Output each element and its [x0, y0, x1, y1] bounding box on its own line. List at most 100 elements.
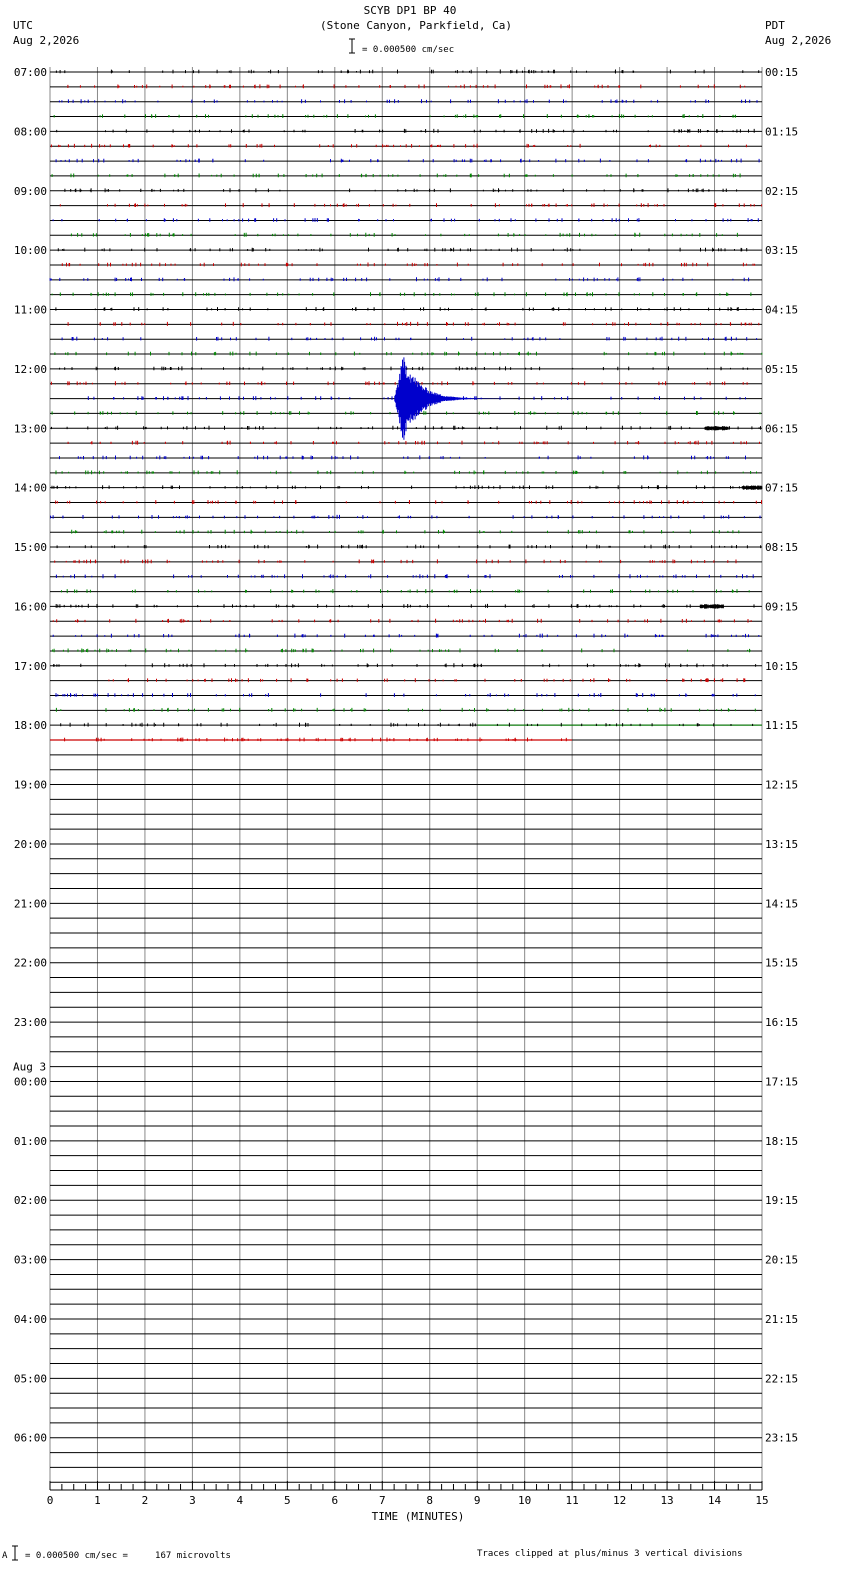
left-hour-label: 14:00: [14, 482, 47, 495]
left-hour-label: 16:00: [14, 600, 47, 613]
footer-clip-note: Traces clipped at plus/minus 3 vertical …: [477, 1549, 743, 1559]
right-hour-label: 06:15: [765, 422, 798, 435]
right-hour-label: 02:15: [765, 185, 798, 198]
footer-scale-bar-icon: [12, 1545, 18, 1561]
left-hour-label: 20:00: [14, 838, 47, 851]
x-axis-label: TIME (MINUTES): [372, 1510, 465, 1523]
trace-noise: [55, 307, 754, 311]
right-hour-label: 01:15: [765, 125, 798, 138]
x-axis: 0 1 2 3 4 5 6 7 8 9 10 11 12 13 14 15: [47, 1481, 769, 1507]
x-tick-label: 10: [518, 1494, 531, 1507]
right-hour-label: 07:15: [765, 482, 798, 495]
trace-noise: [51, 485, 756, 490]
left-hour-label: 01:00: [14, 1135, 47, 1148]
x-tick-label: 3: [189, 1494, 196, 1507]
left-hour-label: 00:00: [14, 1075, 47, 1088]
left-hour-label: 05:00: [14, 1372, 47, 1385]
trace-noise: [55, 158, 760, 163]
chart-title: SCYB DP1 BP 40: [364, 4, 457, 17]
right-hour-label: 15:15: [765, 957, 798, 970]
event-traces: [394, 357, 763, 609]
left-hour-label: 22:00: [14, 957, 47, 970]
right-hour-label: 17:15: [765, 1075, 798, 1088]
right-hour-label: 23:15: [765, 1432, 798, 1445]
left-hour-label: 04:00: [14, 1313, 47, 1326]
right-hour-label: 13:15: [765, 838, 798, 851]
x-tick-label: 1: [94, 1494, 101, 1507]
left-hour-label: 09:00: [14, 185, 47, 198]
right-hour-label: 16:15: [765, 1016, 798, 1029]
trace-noise: [67, 440, 760, 445]
right-hour-label: 19:15: [765, 1194, 798, 1207]
trace-noise: [55, 574, 754, 579]
trace-rows: [50, 71, 762, 1483]
left-hour-label: 06:00: [14, 1432, 47, 1445]
right-hour-label: 14:15: [765, 897, 798, 910]
right-hour-label: 20:15: [765, 1254, 798, 1267]
left-hour-label: 08:00: [14, 125, 47, 138]
x-tick-label: 4: [237, 1494, 244, 1507]
trace-noise: [55, 500, 762, 504]
left-hour-label: 10:00: [14, 244, 47, 257]
left-hour-label: 03:00: [14, 1254, 47, 1267]
left-hour-label: 07:00: [14, 66, 47, 79]
scale-label: = 0.000500 cm/sec: [362, 45, 454, 55]
right-hour-label: 11:15: [765, 719, 798, 732]
trace-noise: [54, 351, 763, 356]
trace-noise: [61, 336, 758, 341]
trace-noise: [55, 707, 756, 712]
x-tick-label: 2: [142, 1494, 149, 1507]
right-time-axis: 00:15 01:15 02:15 03:15 04:15 05:15 06:15 07:15…: [765, 66, 798, 1445]
event-waveform: [742, 485, 763, 490]
left-hour-label: 15:00: [14, 541, 47, 554]
left-hour-label: 19:00: [14, 779, 47, 792]
footer-scale-note: = 0.000500 cm/sec = 167 microvolts: [25, 1551, 231, 1561]
x-tick-label: 13: [660, 1494, 673, 1507]
right-hour-label: 21:15: [765, 1313, 798, 1326]
trace-noise: [52, 633, 760, 638]
left-date-label: Aug 2,2026: [13, 34, 79, 47]
event-waveform: [704, 426, 729, 431]
trace-noise: [55, 470, 757, 475]
x-tick-label: 11: [566, 1494, 579, 1507]
right-hour-label: 09:15: [765, 600, 798, 613]
right-hour-label: 08:15: [765, 541, 798, 554]
x-tick-label: 5: [284, 1494, 291, 1507]
left-hour-label: 12:00: [14, 363, 47, 376]
x-tick-label: 14: [708, 1494, 722, 1507]
event-waveform: [699, 604, 724, 609]
right-hour-label: 05:15: [765, 363, 798, 376]
left-hour-label: 17:00: [14, 660, 47, 673]
trace-noise: [49, 277, 750, 282]
right-hour-label: 18:15: [765, 1135, 798, 1148]
x-tick-label: 15: [755, 1494, 768, 1507]
right-timezone-label: PDT: [765, 19, 785, 32]
x-tick-label: 8: [426, 1494, 433, 1507]
trace-noise: [55, 603, 755, 608]
right-hour-label: 22:15: [765, 1372, 798, 1385]
left-timezone-label: UTC: [13, 19, 33, 32]
x-tick-label: 9: [474, 1494, 481, 1507]
left-hour-label: 18:00: [14, 719, 47, 732]
left-hour-label: 21:00: [14, 897, 47, 910]
right-hour-label: 12:15: [765, 779, 798, 792]
left-time-axis: 07:00 08:00 09:00 10:00 11:00 12:00 13:00 14:00…: [13, 66, 47, 1445]
x-tick-label: 12: [613, 1494, 626, 1507]
x-tick-label: 7: [379, 1494, 386, 1507]
x-tick-label: 6: [331, 1494, 338, 1507]
scale-bar-icon: [349, 38, 355, 54]
trace-noise: [59, 203, 762, 208]
right-hour-label: 10:15: [765, 660, 798, 673]
trace-noise: [53, 114, 736, 118]
day-change-label: Aug 3: [13, 1060, 46, 1073]
footer-scale-marker: A: [2, 1551, 8, 1561]
right-hour-label: 04:15: [765, 304, 798, 317]
chart-subtitle: (Stone Canyon, Parkfield, Ca): [320, 19, 512, 32]
left-hour-label: 11:00: [14, 304, 47, 317]
helicorder-chart: SCYB DP1 BP 40 (Stone Canyon, Parkfield,…: [2, 4, 831, 1561]
left-hour-label: 23:00: [14, 1016, 47, 1029]
right-hour-label: 03:15: [765, 244, 798, 257]
trace-noise: [64, 188, 738, 193]
right-date-label: Aug 2,2026: [765, 34, 831, 47]
x-tick-label: 0: [47, 1494, 54, 1507]
